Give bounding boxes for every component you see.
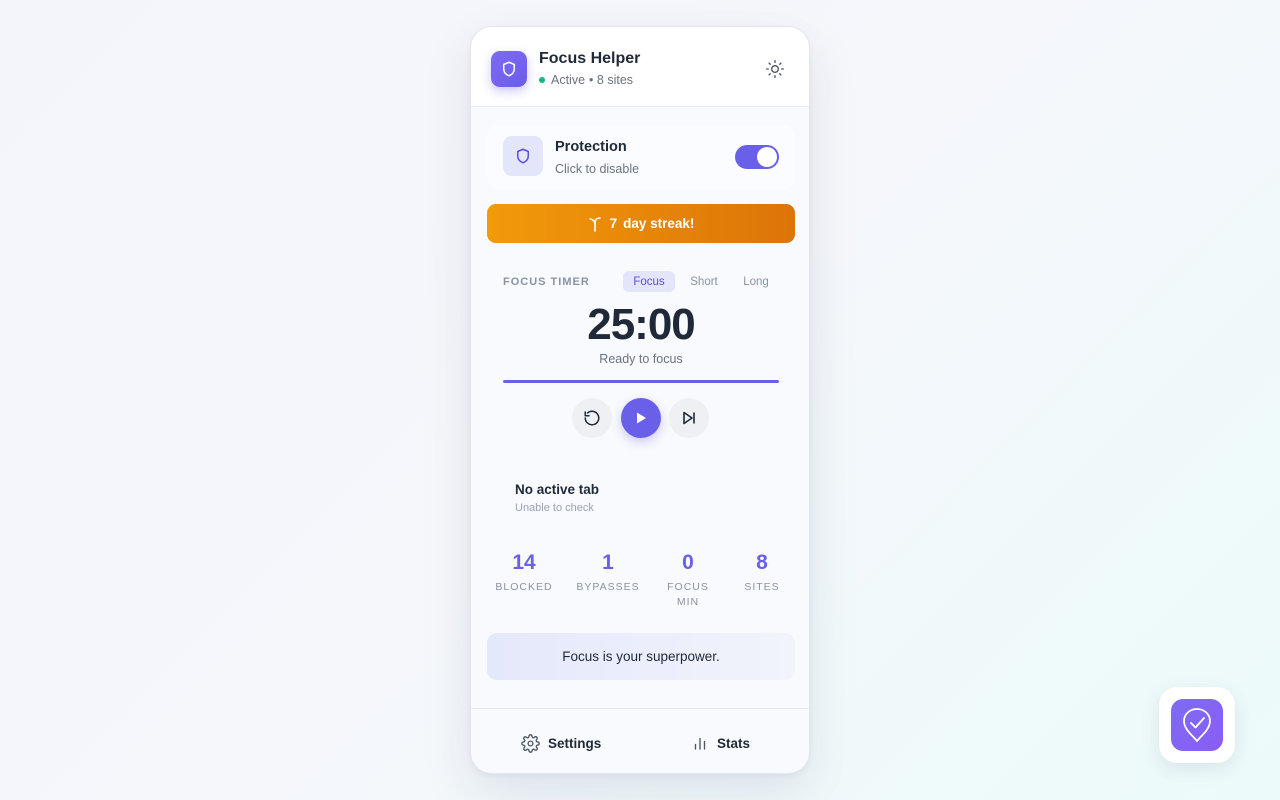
skip-icon (683, 411, 695, 425)
shield-icon (503, 61, 515, 77)
stat-focus-min: 0 FOCUS MIN (648, 551, 728, 610)
mode-tab-short[interactable]: Short (683, 271, 725, 292)
stat-label: BYPASSES (576, 581, 640, 593)
theme-toggle-button[interactable] (763, 57, 787, 81)
sprout-icon (588, 216, 602, 232)
settings-button[interactable]: Settings (521, 723, 601, 763)
toggle-knob (757, 147, 777, 167)
app-status: Active • 8 sites (539, 73, 633, 87)
app-logo (491, 51, 527, 87)
stat-sites: 8 SITES (722, 551, 802, 595)
stat-label: FOCUS MIN (667, 581, 709, 608)
active-tab-card: No active tab Unable to check (501, 469, 781, 521)
extension-popup: Focus Helper Active • 8 sites Protection… (470, 26, 810, 774)
settings-label: Settings (548, 735, 602, 751)
streak-label: day streak! (623, 216, 695, 231)
play-button[interactable] (621, 398, 661, 438)
shield-icon (517, 148, 529, 164)
protection-title: Protection (555, 139, 627, 155)
protection-subtitle: Click to disable (555, 162, 640, 176)
protection-card: Protection Click to disable (487, 125, 795, 189)
motivation-quote: Focus is your superpower. (487, 633, 795, 680)
play-icon (637, 412, 646, 424)
app-title: Focus Helper (539, 50, 641, 67)
protection-icon-box (503, 136, 543, 176)
stat-value: 8 (756, 551, 768, 574)
bar-chart-icon (694, 737, 706, 750)
active-tab-subtitle: Unable to check (515, 502, 594, 514)
fab-logo (1171, 699, 1223, 751)
stat-label: BLOCKED (495, 581, 553, 593)
stats-button[interactable]: Stats (691, 723, 750, 763)
stat-label: SITES (744, 581, 780, 593)
sun-icon (766, 60, 784, 79)
timer-progress-fill (503, 380, 779, 383)
status-text: Active (551, 73, 586, 87)
popup-header: Focus Helper Active • 8 sites (471, 27, 809, 107)
gear-icon (521, 733, 540, 753)
skip-button[interactable] (669, 398, 709, 438)
protection-toggle[interactable] (735, 145, 779, 169)
stat-value: 14 (512, 551, 536, 574)
timer-display: 25:00 (587, 300, 696, 349)
mode-tab-focus[interactable]: Focus (623, 271, 675, 292)
stat-blocked: 14 BLOCKED (484, 551, 564, 595)
floating-extension-button[interactable] (1159, 687, 1235, 763)
streak-banner: 7 day streak! (487, 204, 795, 243)
timer-status: Ready to focus (599, 352, 683, 366)
reset-icon (584, 410, 600, 426)
status-dot (539, 77, 545, 83)
timer-label: FOCUS TIMER (503, 276, 590, 288)
popup-footer: Settings Stats (471, 708, 809, 773)
mode-tab-long[interactable]: Long (735, 271, 777, 292)
streak-count: 7 (609, 216, 618, 231)
reset-button[interactable] (572, 398, 612, 438)
sites-count-text: • 8 sites (589, 73, 634, 87)
shield-check-icon (1183, 708, 1211, 742)
stat-bypasses: 1 BYPASSES (568, 551, 648, 595)
stat-value: 0 (682, 551, 694, 574)
active-tab-title: No active tab (515, 482, 600, 497)
stats-label: Stats (717, 735, 751, 751)
timer-progress-bar (503, 380, 779, 383)
stat-value: 1 (602, 551, 614, 574)
